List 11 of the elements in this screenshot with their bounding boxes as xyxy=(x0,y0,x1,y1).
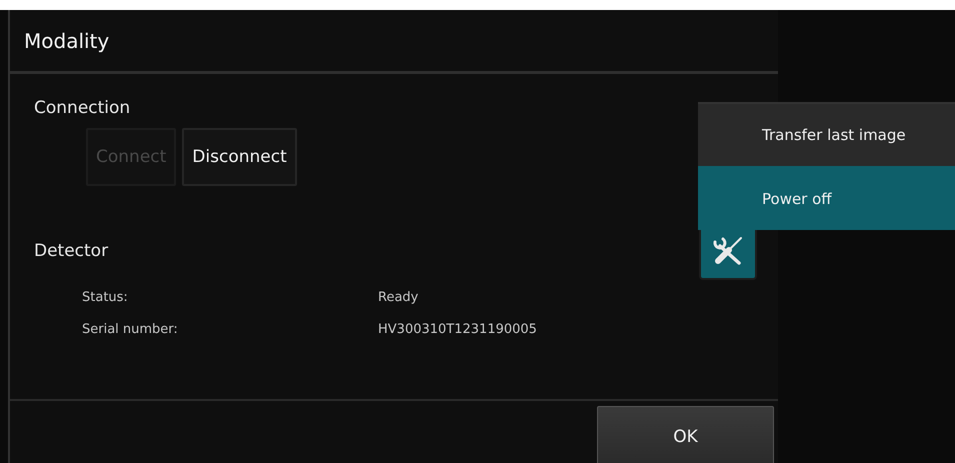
field-value: HV300310T1231190005 xyxy=(378,322,537,337)
ok-button[interactable]: OK xyxy=(597,406,774,463)
window-title: Modality xyxy=(24,28,110,52)
section-heading: Detector xyxy=(34,241,108,261)
field-label: Status: xyxy=(82,290,129,305)
section-heading: Connection xyxy=(34,98,130,118)
field-label: Serial number: xyxy=(82,322,179,337)
connection-button[interactable]: Disconnect xyxy=(182,128,297,186)
menu-item[interactable]: Power off xyxy=(698,166,955,230)
menu-item[interactable]: Transfer last image xyxy=(698,102,955,166)
field-value: Ready xyxy=(378,290,420,305)
